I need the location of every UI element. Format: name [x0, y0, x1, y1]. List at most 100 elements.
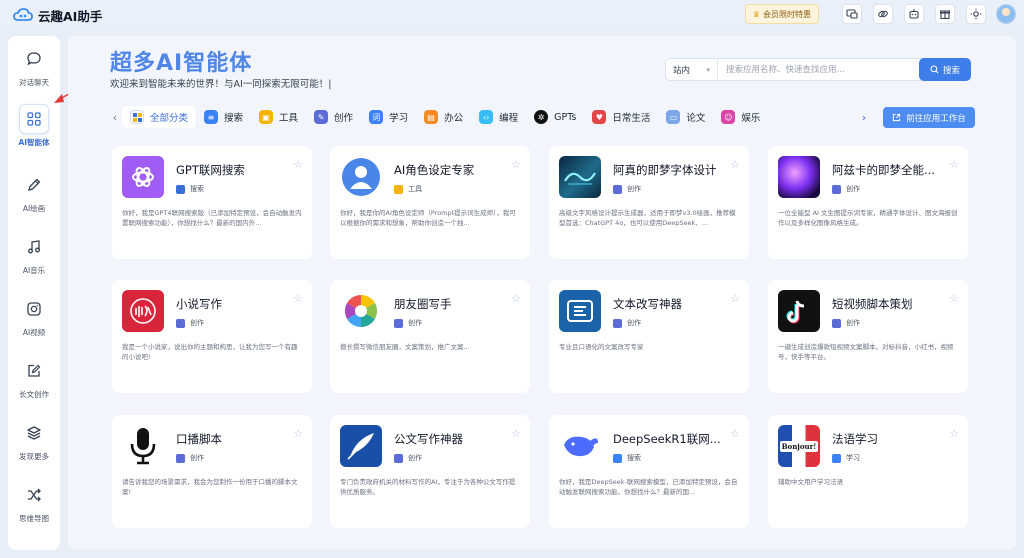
tab-gpts[interactable]: ✲ GPTs	[526, 106, 584, 128]
tab-daily-life[interactable]: ♥ 日常生活	[584, 106, 658, 128]
tab-search[interactable]: ≡ 搜索	[196, 106, 251, 128]
font-design-thumbnail-icon	[559, 156, 601, 198]
robot-icon[interactable]	[904, 4, 924, 24]
favorite-star-icon[interactable]: ☆	[730, 292, 740, 305]
agent-category-label: 搜索	[190, 185, 204, 193]
search-input[interactable]	[718, 59, 914, 80]
agent-card[interactable]: DeepSeekR1联网... ☆ 搜索 你好，我是DeepSeek-联网搜索模…	[549, 415, 749, 528]
main-content: 超多AI智能体 欢迎来到智能未来的世界！与AI一同探索无限可能！| 站内 ▾ 搜…	[68, 36, 1016, 550]
category-tag-icon	[176, 318, 185, 328]
edit-icon	[19, 356, 49, 386]
sidebar-item-ai-music[interactable]: AI音乐	[8, 232, 60, 280]
gift-icon[interactable]	[935, 4, 955, 24]
agent-card[interactable]: 朋友圈写手 ☆ 创作 擅长撰写微信朋友圈，文案策划，推广文案...	[330, 280, 530, 393]
daily-life-category-icon: ♥	[592, 110, 607, 124]
agent-category-tag: 创作	[394, 453, 422, 463]
agent-card[interactable]: 小说写作 ☆ 创作 我是一个小说家，说出你的主题和构思，让我为您写一个有趣的小说…	[112, 280, 312, 393]
category-tag-icon	[394, 184, 403, 194]
search-scope-select[interactable]: 站内 ▾	[666, 59, 718, 80]
link-icon[interactable]	[873, 4, 893, 24]
go-to-workbench-button[interactable]: 前往应用工作台	[883, 107, 975, 128]
screen-icon[interactable]	[842, 4, 862, 24]
tab-label: GPTs	[554, 111, 577, 123]
workbench-button-label: 前往应用工作台	[906, 113, 966, 124]
sidebar: 对话聊天 AI智能体 AI绘画 AI音乐 AI视频 长文创作 发现更多 思维导图	[8, 36, 60, 550]
agent-card[interactable]: 阿真的即梦字体设计 ☆ 创作 高级文字风格设计提示生成器，适用于即梦v3.0绘画…	[549, 146, 749, 259]
agent-card[interactable]: 口播脚本 ☆ 创作 请告诉我您的场景需求，我会为您制作一份用于口播的脚本文案!	[112, 415, 312, 528]
favorite-star-icon[interactable]: ☆	[949, 158, 959, 171]
agent-description: 请告诉我您的场景需求，我会为您制作一份用于口播的脚本文案!	[122, 478, 298, 496]
tab-entertainment[interactable]: ☺ 娱乐	[713, 106, 768, 128]
agent-title: AI角色设定专家	[394, 163, 475, 177]
tab-programming[interactable]: ‹› 编程	[471, 106, 526, 128]
tab-learning[interactable]: 词 学习	[361, 106, 416, 128]
agent-card[interactable]: 公文写作神器 ☆ 创作 专门负责政府机关的材料写作的AI，专注于为各种公文写作提…	[330, 415, 530, 528]
favorite-star-icon[interactable]: ☆	[730, 158, 740, 171]
favorite-star-icon[interactable]: ☆	[949, 292, 959, 305]
agent-description: 擅长撰写微信朋友圈，文案策划，推广文案...	[340, 343, 470, 351]
agent-description: 辅助中文用户学习法语	[778, 478, 843, 486]
favorite-star-icon[interactable]: ☆	[511, 158, 521, 171]
category-tag-icon	[832, 184, 841, 194]
page-title: 超多AI智能体	[110, 51, 253, 76]
tab-all[interactable]: 全部分类	[122, 106, 197, 128]
entertainment-category-icon: ☺	[721, 110, 736, 124]
search-button[interactable]: 搜索	[919, 58, 971, 81]
sidebar-item-mindmap[interactable]: 思维导图	[8, 480, 60, 528]
category-tag-icon	[394, 318, 403, 328]
tabs-next-button[interactable]: ›	[857, 111, 871, 124]
tab-office[interactable]: ▤ 办公	[416, 106, 471, 128]
tab-label: 创作	[334, 113, 354, 124]
tab-creation[interactable]: ✎ 创作	[306, 106, 361, 128]
category-tabs: ‹ 全部分类 ≡ 搜索 ▣ 工具 ✎ 创作 词 学习 ▤ 办公 ‹› 编程 ✲ …	[108, 106, 948, 128]
favorite-star-icon[interactable]: ☆	[511, 292, 521, 305]
tab-label: 日常生活	[612, 113, 651, 124]
sidebar-item-discover[interactable]: 发现更多	[8, 418, 60, 466]
user-avatar[interactable]	[996, 4, 1016, 24]
agent-description: 你好，我是DeepSeek-联网搜索模型，已添加特定预设，会自动触发联网搜索功能…	[559, 478, 738, 496]
category-tag-icon	[832, 453, 841, 463]
agent-card[interactable]: GPT联网搜索 ☆ 搜索 你好，我是GPT4联网搜索版（已添加特定预设，会自动触…	[112, 146, 312, 259]
agent-title: 法语学习	[832, 432, 878, 446]
agent-card[interactable]: 阿兹卡的即梦全能... ☆ 创作 一位全能型 AI 文生图提示词专家，精通字体设…	[768, 146, 968, 259]
tab-tools[interactable]: ▣ 工具	[251, 106, 306, 128]
agent-category-label: 创作	[408, 454, 422, 462]
user-avatar-icon	[340, 156, 382, 198]
tabs-prev-button[interactable]: ‹	[108, 111, 122, 124]
tab-paper[interactable]: ▭ 论文	[658, 106, 713, 128]
favorite-star-icon[interactable]: ☆	[293, 292, 303, 305]
video-icon	[19, 294, 49, 324]
favorite-star-icon[interactable]: ☆	[293, 427, 303, 440]
vip-offer-label: 会员限时特惠	[763, 9, 811, 19]
vip-offer-button[interactable]: ♛ 会员限时特惠	[744, 4, 819, 24]
agent-category-label: 创作	[627, 319, 641, 327]
tab-label: 编程	[499, 113, 519, 124]
sidebar-item-agents[interactable]: AI智能体	[8, 104, 60, 152]
agent-title: DeepSeekR1联网...	[613, 432, 721, 446]
sidebar-item-label: 思维导图	[19, 514, 49, 523]
sidebar-item-ai-drawing[interactable]: AI绘画	[8, 170, 60, 218]
favorite-star-icon[interactable]: ☆	[949, 427, 959, 440]
agent-title: 阿真的即梦字体设计	[613, 163, 717, 177]
agent-category-label: 创作	[627, 185, 641, 193]
agent-card[interactable]: 短视频脚本策划 ☆ 创作 一键生成创造爆款短视频文案脚本。对标抖音，小红书，视频…	[768, 280, 968, 393]
agent-title: 口播脚本	[176, 432, 222, 446]
favorite-star-icon[interactable]: ☆	[293, 158, 303, 171]
openai-icon: ✲	[534, 110, 549, 124]
sun-icon[interactable]	[966, 4, 986, 24]
agent-title: 短视频脚本策划	[832, 297, 913, 311]
external-link-icon	[893, 113, 901, 122]
agent-title: 阿兹卡的即梦全能...	[832, 163, 935, 177]
agent-card[interactable]: AI角色设定专家 ☆ 工具 你好，我是你的AI角色设定师（Prompt提示词生成…	[330, 146, 530, 259]
sidebar-item-label: 长文创作	[19, 390, 49, 399]
app-logo[interactable]: 云趣AI助手	[13, 6, 102, 25]
agent-card[interactable]: Bonjour! 法语学习 ☆ 学习 辅助中文用户学习法语	[768, 415, 968, 528]
music-icon	[19, 232, 49, 262]
sidebar-item-long-writing[interactable]: 长文创作	[8, 356, 60, 404]
favorite-star-icon[interactable]: ☆	[511, 427, 521, 440]
favorite-star-icon[interactable]: ☆	[730, 427, 740, 440]
agent-card[interactable]: 文本改写神器 ☆ 创作 专业且口语化的文案改写专家	[549, 280, 749, 393]
agent-category-label: 创作	[408, 319, 422, 327]
agent-category-tag: 学习	[832, 453, 860, 463]
sidebar-item-ai-video[interactable]: AI视频	[8, 294, 60, 342]
